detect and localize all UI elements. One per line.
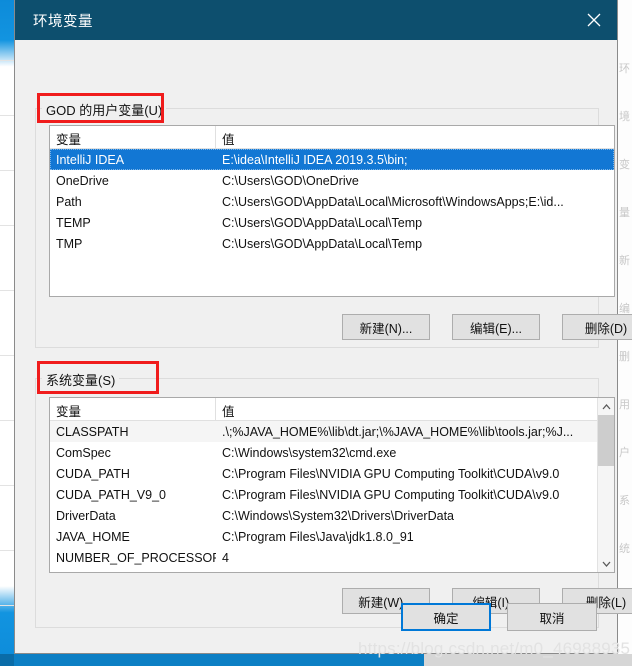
environment-variables-dialog: 环境变量 GOD 的用户变量(U) 变量 值 IntelliJ IDEA E:\i… xyxy=(14,0,632,654)
table-row[interactable]: CUDA_PATH_V9_0 C:\Program Files\NVIDIA GP… xyxy=(50,484,597,505)
dialog-title: 环境变量 xyxy=(33,13,93,30)
background-window-text: 系 xyxy=(619,495,630,507)
table-row[interactable]: IntelliJ IDEA E:\idea\IntelliJ IDEA 2019.… xyxy=(50,149,614,170)
user-list-header: 变量 值 xyxy=(50,126,614,149)
system-list-rows: CLASSPATH .\;%JAVA_HOME%\lib\dt.jar;\%JAV… xyxy=(50,421,597,568)
scrollbar-thumb[interactable] xyxy=(598,415,614,466)
table-row[interactable]: CLASSPATH .\;%JAVA_HOME%\lib\dt.jar;\%JAV… xyxy=(50,421,597,442)
variable-value-cell: C:\Users\GOD\AppData\Local\Microsoft\Win… xyxy=(222,194,564,209)
system-column-header-name[interactable]: 变量 xyxy=(50,398,216,420)
background-window-text: 量 xyxy=(619,207,630,219)
table-row[interactable]: Path C:\Users\GOD\AppData\Local\Microsoft… xyxy=(50,191,614,212)
background-window-rows xyxy=(0,60,14,620)
background-window-text: 户 xyxy=(619,447,630,459)
variable-name-cell: DriverData xyxy=(56,508,116,523)
variable-value-cell: C:\Windows\system32\cmd.exe xyxy=(222,445,397,460)
background-window-text: 环 xyxy=(619,63,630,75)
user-column-header-value[interactable]: 值 xyxy=(216,126,614,148)
variable-name-cell: ComSpec xyxy=(56,445,111,460)
system-list-header: 变量 值 xyxy=(50,398,597,421)
cancel-button[interactable]: 取消 xyxy=(507,603,597,631)
user-variables-list[interactable]: 变量 值 IntelliJ IDEA E:\idea\IntelliJ IDEA … xyxy=(49,125,615,297)
variable-value-cell: C:\Program Files\NVIDIA GPU Computing To… xyxy=(222,487,560,502)
taskbar-strip xyxy=(0,654,632,666)
variable-name-cell: NUMBER_OF_PROCESSORS xyxy=(56,550,216,565)
system-list-scrollbar[interactable] xyxy=(597,398,614,572)
user-variables-buttons: 新建(N)... 编辑(E)... 删除(D) xyxy=(342,314,632,340)
ok-button[interactable]: 确定 xyxy=(401,603,491,631)
table-row[interactable]: JAVA_HOME C:\Program Files\Java\jdk1.8.0_… xyxy=(50,526,597,547)
variable-value-cell: .\;%JAVA_HOME%\lib\dt.jar;\%JAVA_HOME%\l… xyxy=(222,424,574,439)
background-window-text: 变 xyxy=(619,159,630,171)
background-window-text: 删 xyxy=(619,351,630,363)
variable-name-cell: IntelliJ IDEA xyxy=(56,152,125,167)
user-edit-button[interactable]: 编辑(E)... xyxy=(452,314,540,340)
variable-value-cell: C:\Windows\System32\Drivers\DriverData xyxy=(222,508,454,523)
variable-name-cell: OneDrive xyxy=(56,173,109,188)
table-row[interactable]: CUDA_PATH C:\Program Files\NVIDIA GPU Com… xyxy=(50,463,597,484)
table-row[interactable]: TEMP C:\Users\GOD\AppData\Local\Temp xyxy=(50,212,614,233)
variable-value-cell: C:\Users\GOD\AppData\Local\Temp xyxy=(222,215,423,230)
variable-name-cell: CLASSPATH xyxy=(56,424,129,439)
variable-value-cell: C:\Users\GOD\OneDrive xyxy=(222,173,359,188)
table-row[interactable]: OneDrive C:\Users\GOD\OneDrive xyxy=(50,170,614,191)
user-new-button[interactable]: 新建(N)... xyxy=(342,314,430,340)
background-window-text: 新 xyxy=(619,255,630,267)
variable-name-cell: Path xyxy=(56,194,82,209)
chevron-down-icon[interactable] xyxy=(598,555,614,572)
background-window-text: 用 xyxy=(619,399,630,411)
system-column-header-value[interactable]: 值 xyxy=(216,398,597,420)
dialog-footer: 确定 取消 xyxy=(401,603,597,631)
system-variables-label: 系统变量(S) xyxy=(42,370,120,389)
variable-name-cell: TMP xyxy=(56,236,83,251)
variable-name-cell: JAVA_HOME xyxy=(56,529,130,544)
variable-name-cell: TEMP xyxy=(56,215,91,230)
dialog-body: GOD 的用户变量(U) 变量 值 IntelliJ IDEA E:\idea\I… xyxy=(15,40,632,653)
system-variables-list[interactable]: 变量 值 CLASSPATH .\;%JAVA_HOME%\lib\dt.jar;… xyxy=(49,397,615,573)
chevron-up-icon[interactable] xyxy=(598,398,614,415)
table-row[interactable]: ComSpec C:\Windows\system32\cmd.exe xyxy=(50,442,597,463)
variable-value-cell: C:\Program Files\Java\jdk1.8.0_91 xyxy=(222,529,414,544)
background-window-text: 统 xyxy=(619,543,630,555)
variable-name-cell: CUDA_PATH xyxy=(56,466,130,481)
user-column-header-name[interactable]: 变量 xyxy=(50,126,216,148)
table-row[interactable]: DriverData C:\Windows\System32\Drivers\Dr… xyxy=(50,505,597,526)
dialog-titlebar: 环境变量 xyxy=(15,0,617,40)
user-delete-button[interactable]: 删除(D) xyxy=(562,314,632,340)
variable-value-cell: 4 xyxy=(222,550,229,565)
close-icon[interactable] xyxy=(571,0,617,40)
variable-name-cell: CUDA_PATH_V9_0 xyxy=(56,487,166,502)
variable-value-cell: E:\idea\IntelliJ IDEA 2019.3.5\bin; xyxy=(222,152,408,167)
table-row[interactable]: NUMBER_OF_PROCESSORS 4 xyxy=(50,547,597,568)
background-window-text: 境 xyxy=(619,111,630,123)
variable-value-cell: C:\Program Files\NVIDIA GPU Computing To… xyxy=(222,466,560,481)
user-variables-label: GOD 的用户变量(U) xyxy=(42,100,167,119)
table-row[interactable]: TMP C:\Users\GOD\AppData\Local\Temp xyxy=(50,233,614,254)
variable-value-cell: C:\Users\GOD\AppData\Local\Temp xyxy=(222,236,423,251)
user-list-rows: IntelliJ IDEA E:\idea\IntelliJ IDEA 2019.… xyxy=(50,149,614,254)
